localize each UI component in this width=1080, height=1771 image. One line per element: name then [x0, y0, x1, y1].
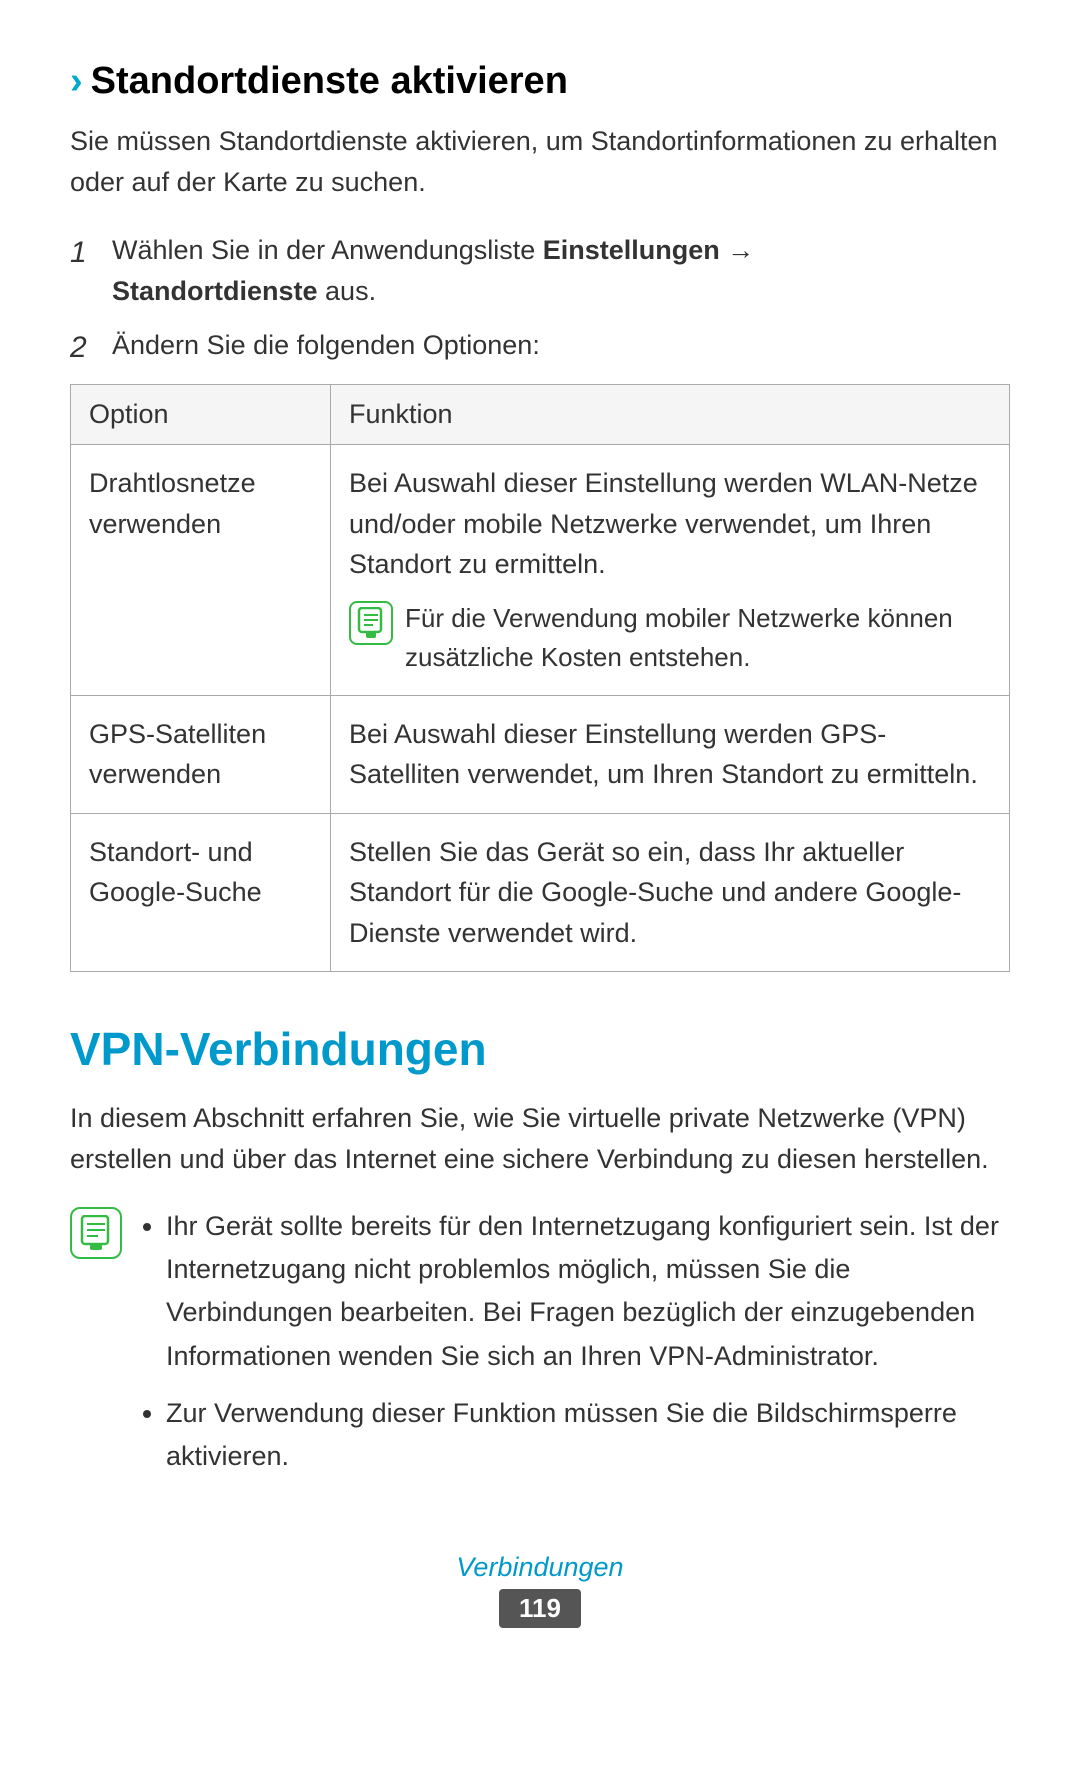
- vpn-title: VPN-Verbindungen: [70, 1022, 1010, 1076]
- section-standortdienste: › Standortdienste aktivieren Sie müssen …: [70, 60, 1010, 972]
- vpn-intro: In diesem Abschnitt erfahren Sie, wie Si…: [70, 1098, 1010, 1179]
- table-row: GPS-Satelliten verwenden Bei Auswahl die…: [71, 695, 1010, 813]
- footer-label: Verbindungen: [70, 1552, 1010, 1583]
- vpn-notes-container: Ihr Gerät sollte bereits für den Interne…: [70, 1205, 1010, 1492]
- step1: 1 Wählen Sie in der Anwendungsliste Eins…: [70, 230, 1010, 311]
- table-header-funktion: Funktion: [331, 385, 1010, 445]
- step1-text: Wählen Sie in der Anwendungsliste Einste…: [112, 230, 754, 311]
- section-vpn: VPN-Verbindungen In diesem Abschnitt erf…: [70, 1022, 1010, 1492]
- table-row: Standort- und Google-Suche Stellen Sie d…: [71, 813, 1010, 972]
- note-1-text: Für die Verwendung mobiler Netzwerke kön…: [405, 599, 991, 677]
- step2-text: Ändern Sie die folgenden Optionen:: [112, 325, 540, 370]
- section1-intro: Sie müssen Standortdienste aktivieren, u…: [70, 121, 1010, 202]
- footer-page-number: 119: [499, 1589, 581, 1628]
- step2-number: 2: [70, 325, 98, 370]
- table-row: Drahtlosnetze verwenden Bei Auswahl dies…: [71, 445, 1010, 696]
- table-header-option: Option: [71, 385, 331, 445]
- vpn-bullet-list: Ihr Gerät sollte bereits für den Interne…: [138, 1205, 1010, 1492]
- step2: 2 Ändern Sie die folgenden Optionen:: [70, 325, 1010, 370]
- section1-title: › Standortdienste aktivieren: [70, 60, 1010, 103]
- vpn-note-2: Zur Verwendung dieser Funktion müssen Si…: [166, 1392, 1010, 1478]
- note-icon-1: [349, 601, 393, 645]
- options-table: Option Funktion Drahtlosnetze verwenden …: [70, 384, 1010, 972]
- note-box-1: Für die Verwendung mobiler Netzwerke kön…: [349, 599, 991, 677]
- section1-title-text: Standortdienste aktivieren: [91, 60, 568, 103]
- vpn-note-icon: [70, 1207, 122, 1259]
- table-cell-option-3: Standort- und Google-Suche: [71, 813, 331, 972]
- table-cell-funktion-3: Stellen Sie das Gerät so ein, dass Ihr a…: [331, 813, 1010, 972]
- funktion-1-text: Bei Auswahl dieser Einstellung werden WL…: [349, 468, 978, 579]
- table-cell-funktion-2: Bei Auswahl dieser Einstellung werden GP…: [331, 695, 1010, 813]
- footer: Verbindungen 119: [70, 1552, 1010, 1628]
- step1-number: 1: [70, 230, 98, 311]
- table-cell-option-1: Drahtlosnetze verwenden: [71, 445, 331, 696]
- table-cell-funktion-1: Bei Auswahl dieser Einstellung werden WL…: [331, 445, 1010, 696]
- chevron-icon: ›: [70, 60, 83, 103]
- table-cell-option-2: GPS-Satelliten verwenden: [71, 695, 331, 813]
- vpn-note-1: Ihr Gerät sollte bereits für den Interne…: [166, 1205, 1010, 1378]
